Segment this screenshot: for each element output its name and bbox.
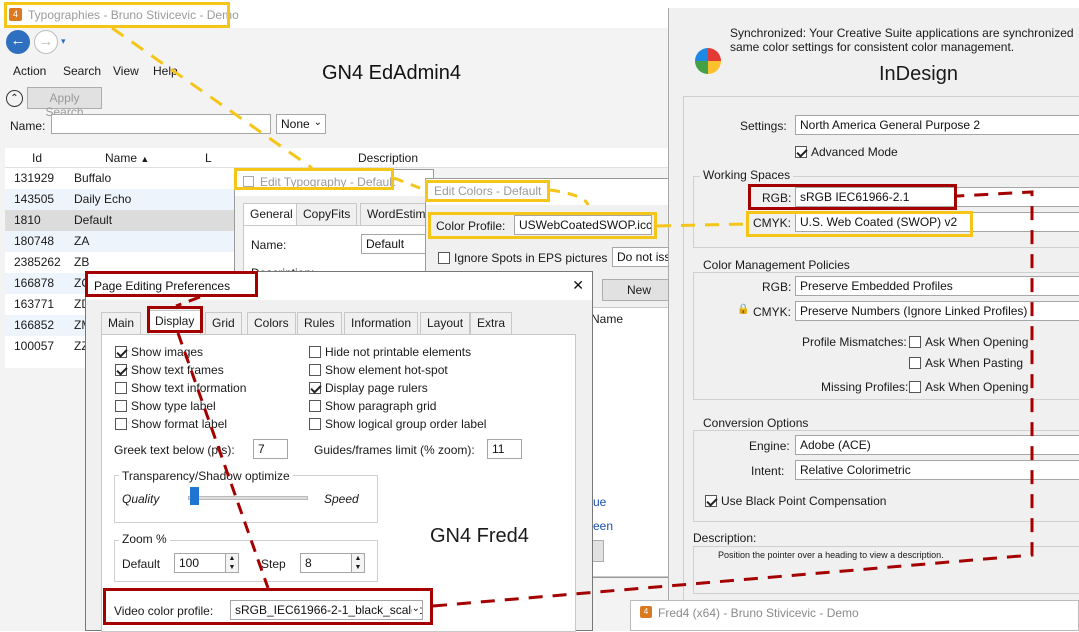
yellow-connector-typo-colors (393, 176, 426, 192)
red-connector-prefs-display (175, 295, 201, 308)
yellow-connector-colors-profile (549, 188, 590, 206)
annotation-connectors (111, 26, 1034, 608)
yellow-connector-cmyk (656, 222, 747, 228)
red-connector-display-video (176, 332, 270, 589)
yellow-connector-colors (160, 28, 315, 168)
red-connector-video-rgb (432, 190, 1034, 608)
yellow-connector-typo (111, 26, 313, 170)
